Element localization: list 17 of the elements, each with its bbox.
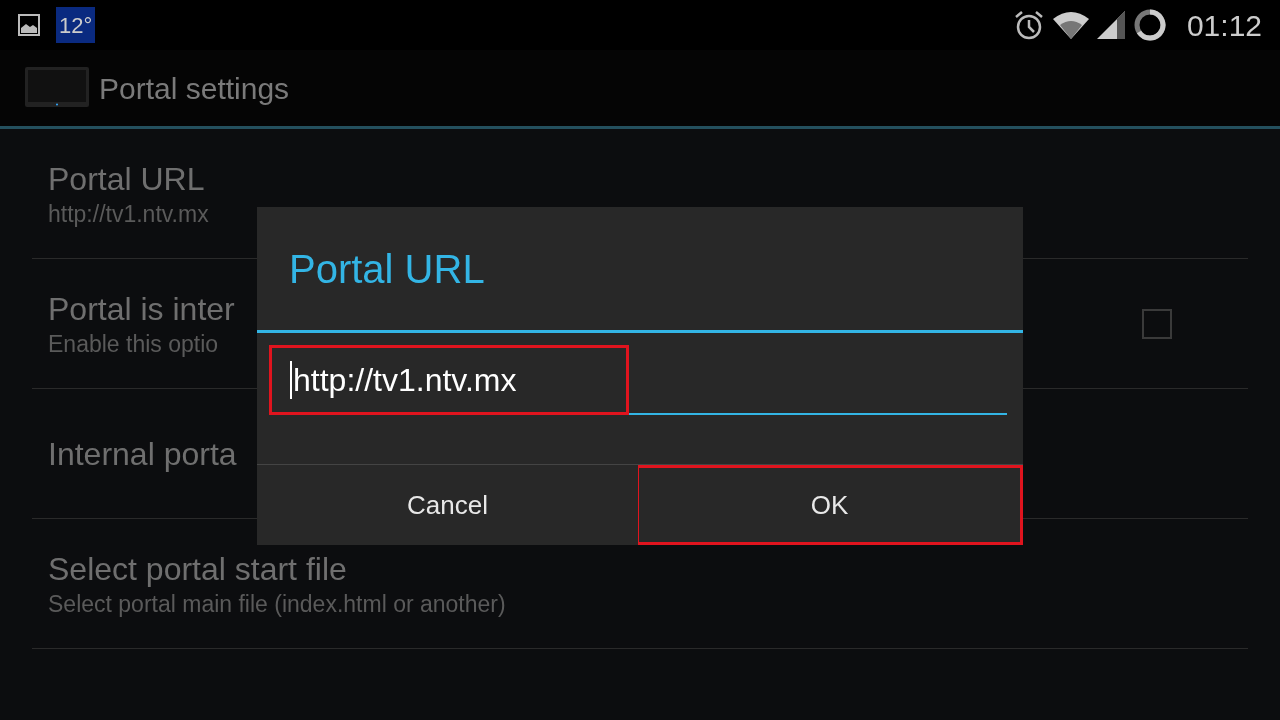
preference-title: Portal URL xyxy=(48,159,206,199)
checkbox[interactable] xyxy=(1142,308,1172,339)
dialog-button[interactable]: OK xyxy=(638,465,1023,545)
preference-title: Portal is inter xyxy=(48,289,236,329)
signal-icon xyxy=(1096,11,1125,39)
battery-ring-icon xyxy=(1132,8,1167,42)
preference-summary: http://tv1.ntv.mx xyxy=(48,199,210,229)
weather-badge: 12° xyxy=(56,7,96,43)
preference-title: Internal porta xyxy=(48,434,238,474)
tv-icon xyxy=(25,67,89,109)
wifi-icon xyxy=(1052,11,1089,39)
clock-time: 01:12 xyxy=(1186,7,1262,44)
screen-title: Portal settings xyxy=(99,70,290,107)
picture-icon xyxy=(18,14,40,36)
preference-summary: Enable this optio xyxy=(48,329,220,359)
preference-title: Select portal start file xyxy=(48,549,348,589)
preference-summary: Select portal main file (index.html or another) xyxy=(48,589,507,619)
